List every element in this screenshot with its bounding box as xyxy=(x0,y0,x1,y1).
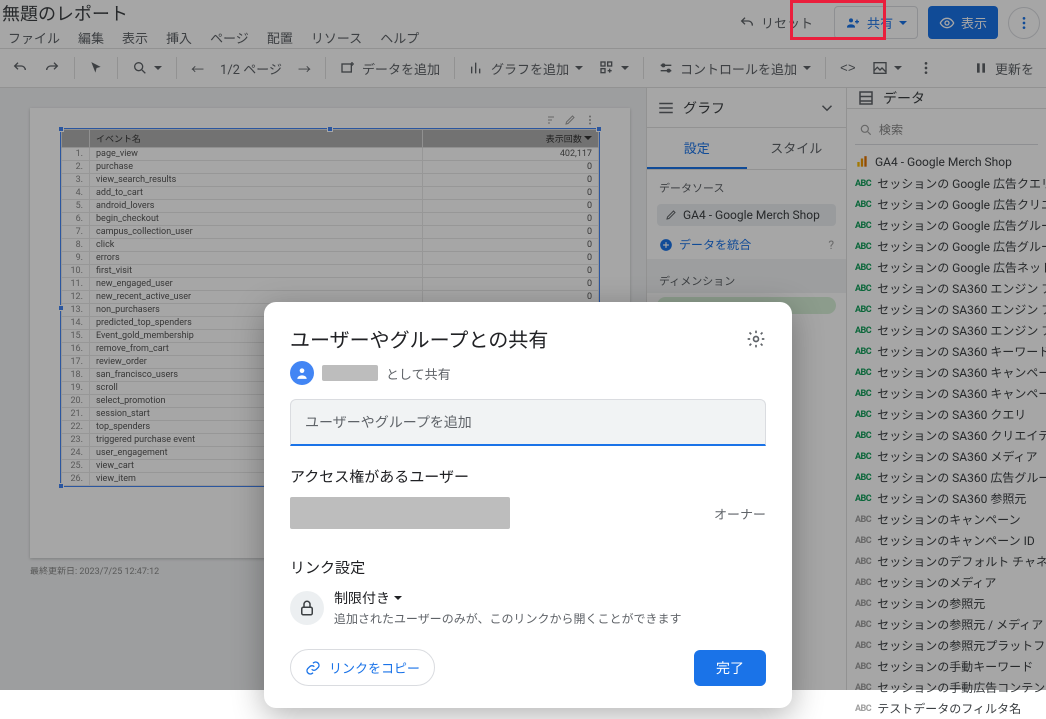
link-access-dropdown[interactable]: 制限付き xyxy=(334,588,682,608)
sharing-as-row: として共有 xyxy=(290,361,766,385)
link-section-title: リンク設定 xyxy=(290,557,766,578)
dialog-title: ユーザーやグループとの共有 xyxy=(290,324,746,353)
field-item[interactable]: ABCテストデータのフィルタ名 xyxy=(847,698,1046,719)
owner-role-label: オーナー xyxy=(714,504,766,523)
add-people-input[interactable]: ユーザーやグループを追加 xyxy=(290,399,766,446)
avatar xyxy=(290,361,314,385)
link-access-description: 追加されたユーザーのみが、このリンクから開くことができます xyxy=(334,610,682,627)
done-button[interactable]: 完了 xyxy=(694,650,766,686)
gear-icon[interactable] xyxy=(746,329,766,349)
access-section-title: アクセス権があるユーザー xyxy=(290,466,766,487)
abc-icon: ABC xyxy=(855,704,871,714)
share-dialog: ユーザーやグループとの共有 として共有 ユーザーやグループを追加 アクセス権があ… xyxy=(264,302,792,708)
redacted-owner xyxy=(290,497,510,529)
link-icon xyxy=(305,660,321,676)
copy-link-button[interactable]: リンクをコピー xyxy=(290,649,435,686)
lock-icon xyxy=(290,591,324,625)
redacted-user xyxy=(322,365,378,381)
chevron-down-icon xyxy=(394,596,402,604)
